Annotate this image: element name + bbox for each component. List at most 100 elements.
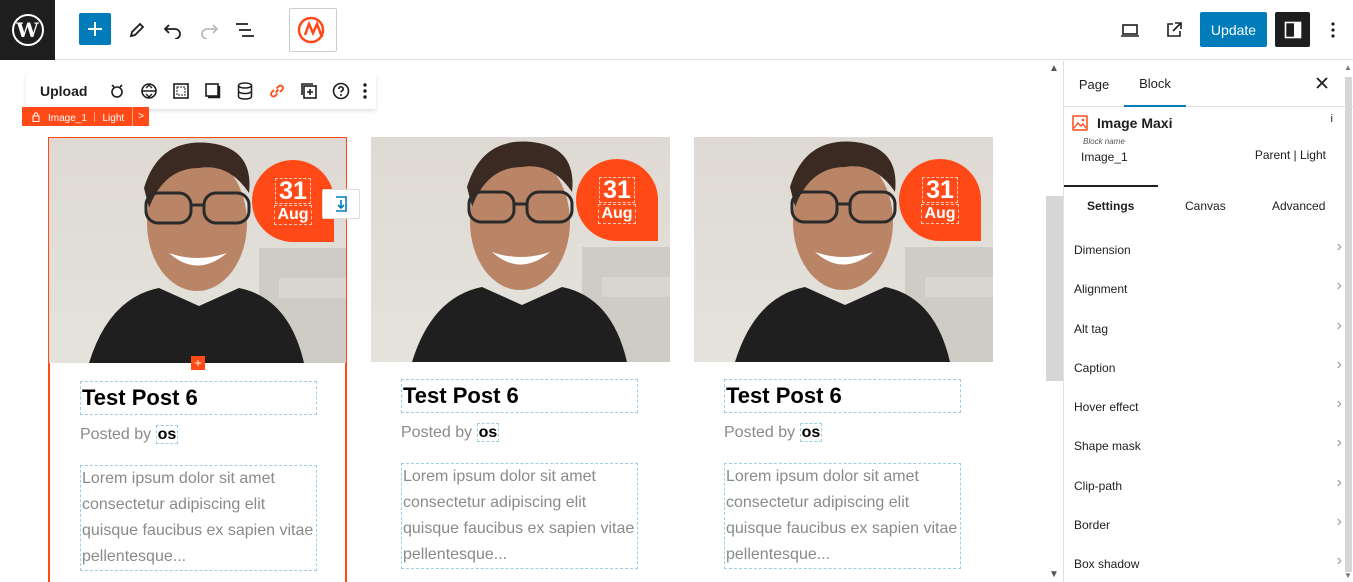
post-image[interactable]: 31 Aug	[694, 137, 993, 362]
setting-label: Box shadow	[1074, 557, 1140, 572]
close-sidebar-button[interactable]	[1316, 73, 1328, 94]
setting-shape-mask[interactable]: Shape mask ›	[1064, 425, 1344, 464]
add-inner-block-button[interactable]: +	[191, 356, 205, 370]
setting-caption[interactable]: Caption ›	[1064, 347, 1344, 386]
more-options-button[interactable]	[357, 73, 373, 109]
plus-icon	[88, 22, 102, 36]
breadcrumb-expand-button[interactable]: >	[132, 107, 149, 126]
shadow-button[interactable]	[197, 73, 229, 109]
external-link-icon	[1167, 22, 1182, 37]
setting-box-shadow[interactable]: Box shadow ›	[1064, 543, 1344, 582]
wordpress-icon: W	[11, 14, 44, 46]
align-icon	[141, 83, 158, 99]
setting-dimension[interactable]: Dimension ›	[1064, 229, 1344, 268]
setting-alt-tag[interactable]: Alt tag ›	[1064, 308, 1344, 347]
inspector-tabs: Settings Canvas Advanced	[1064, 185, 1353, 225]
scroll-up-icon[interactable]: ▲	[1344, 63, 1352, 72]
setting-label: Hover effect	[1074, 400, 1139, 415]
post-title[interactable]: Test Post 6	[80, 381, 317, 415]
options-button[interactable]	[1316, 13, 1350, 47]
breadcrumb-label: Image_1 ｜ Light	[48, 113, 125, 124]
redo-button[interactable]	[192, 13, 226, 47]
post-excerpt[interactable]: Lorem ipsum dolor sit amet consectetur a…	[80, 465, 317, 571]
alignment-button[interactable]	[133, 73, 165, 109]
upload-button[interactable]: Upload	[40, 83, 87, 99]
block-breadcrumb: Image_1 ｜ Light >	[22, 107, 150, 126]
post-card[interactable]: 31 Aug + Test Post 6 Posted by os Lorem …	[48, 137, 347, 582]
setting-hover-effect[interactable]: Hover effect ›	[1064, 386, 1344, 425]
sidebar-scrollbar[interactable]: ▲ ▼	[1344, 61, 1353, 582]
canvas-scroll-thumb[interactable]	[1046, 196, 1063, 381]
block-toolbar: Upload	[26, 73, 376, 109]
setting-alignment[interactable]: Alignment ›	[1064, 268, 1344, 307]
date-month: Aug	[598, 203, 636, 224]
help-button[interactable]	[325, 73, 357, 109]
dynamic-content-button[interactable]	[229, 73, 261, 109]
tools-button[interactable]	[120, 13, 154, 47]
editor-app: W Update Upload Image_1 ｜ Light > 31 Aug…	[0, 0, 1353, 582]
size-button[interactable]	[165, 73, 197, 109]
post-card[interactable]: 31 Aug Test Post 6 Posted by os Lorem ip…	[694, 137, 993, 582]
settings-toggle-button[interactable]	[1275, 12, 1310, 47]
posted-by-label: Posted by	[724, 424, 796, 441]
document-overview-button[interactable]	[228, 13, 262, 47]
chevron-right-icon: ›	[1336, 473, 1342, 491]
post-excerpt[interactable]: Lorem ipsum dolor sit amet consectetur a…	[724, 463, 961, 569]
posted-by-label: Posted by	[401, 424, 473, 441]
image-block-icon	[1072, 115, 1088, 131]
post-card[interactable]: 31 Aug Test Post 6 Posted by os Lorem ip…	[371, 137, 670, 582]
sidebar-tabs: Page Block	[1064, 61, 1353, 107]
block-name-field[interactable]: Image_1	[1081, 150, 1128, 164]
scroll-up-icon[interactable]: ▲	[1049, 63, 1059, 74]
parent-style-label[interactable]: Parent | Light	[1255, 148, 1326, 162]
setting-label: Shape mask	[1074, 439, 1141, 454]
setting-border[interactable]: Border ›	[1064, 504, 1344, 543]
undo-button[interactable]	[156, 13, 190, 47]
breadcrumb-current[interactable]: Image_1 ｜ Light	[22, 107, 132, 126]
duplicate-button[interactable]	[293, 73, 325, 109]
update-button[interactable]: Update	[1200, 12, 1267, 47]
post-author[interactable]: os	[799, 423, 823, 442]
canvas-scrollbar[interactable]: ▲ ▼	[1046, 61, 1063, 582]
more-vertical-icon	[1331, 22, 1335, 38]
link-icon	[270, 84, 285, 98]
post-meta: Posted by os	[724, 423, 823, 442]
scroll-down-icon[interactable]: ▼	[1049, 569, 1059, 580]
setting-clip-path[interactable]: Clip-path ›	[1064, 465, 1344, 504]
wordpress-logo-button[interactable]: W	[0, 0, 55, 60]
breadcrumb-arrow: >	[138, 111, 145, 122]
block-inserter-button[interactable]	[322, 189, 360, 219]
post-image[interactable]: 31 Aug	[371, 137, 670, 362]
post-image[interactable]: 31 Aug	[49, 138, 346, 363]
setting-label: Caption	[1074, 360, 1116, 375]
post-author[interactable]: os	[155, 425, 179, 444]
add-block-button[interactable]	[79, 13, 111, 45]
preview-button[interactable]	[1113, 13, 1147, 47]
more-icon	[363, 83, 368, 99]
date-badge: 31 Aug	[899, 159, 981, 241]
database-icon	[238, 82, 253, 100]
tab-block[interactable]: Block	[1124, 61, 1186, 107]
chevron-right-icon: ›	[1336, 277, 1342, 295]
sidebar-scroll-thumb[interactable]	[1345, 77, 1352, 572]
tab-settings[interactable]: Settings	[1087, 199, 1134, 213]
post-author[interactable]: os	[476, 423, 500, 442]
shadow-icon	[205, 83, 221, 99]
tab-canvas[interactable]: Canvas	[1185, 199, 1226, 213]
help-icon	[333, 82, 350, 100]
tab-advanced[interactable]: Advanced	[1272, 199, 1325, 213]
tab-page[interactable]: Page	[1064, 61, 1124, 107]
link-button[interactable]	[261, 73, 293, 109]
scroll-down-icon[interactable]: ▼	[1344, 571, 1352, 580]
chevron-right-icon: ›	[1336, 552, 1342, 570]
post-title[interactable]: Test Post 6	[401, 379, 638, 413]
animation-button[interactable]	[101, 73, 133, 109]
setting-label: Alt tag	[1074, 321, 1109, 336]
redo-icon	[201, 24, 219, 39]
animation-icon	[111, 84, 124, 98]
post-excerpt[interactable]: Lorem ipsum dolor sit amet consectetur a…	[401, 463, 638, 569]
block-info-icon[interactable]: i	[1331, 113, 1333, 125]
post-title[interactable]: Test Post 6	[724, 379, 961, 413]
plugin-logo-button[interactable]	[289, 8, 337, 52]
view-post-button[interactable]	[1157, 13, 1191, 47]
